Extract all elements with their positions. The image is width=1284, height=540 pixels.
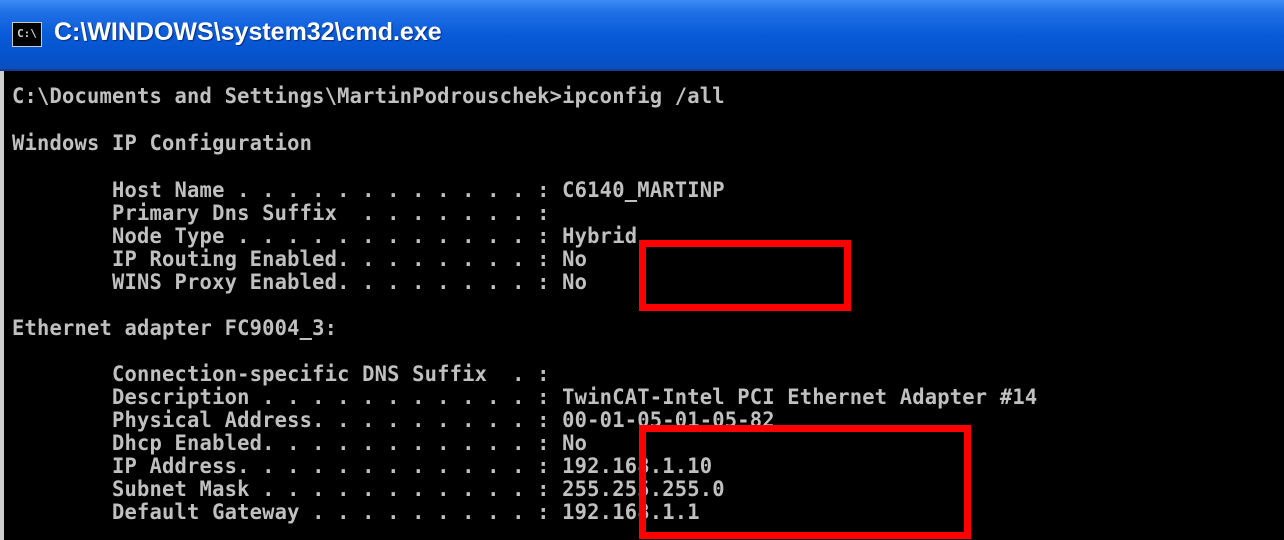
primary-dns-line: Primary Dns Suffix . . . . . . . :	[12, 202, 550, 226]
adapter-header: Ethernet adapter FC9004_3:	[12, 317, 338, 341]
ip-routing-line: IP Routing Enabled. . . . . . . . : No	[12, 248, 588, 272]
windows-ip-config-header: Windows IP Configuration	[12, 132, 313, 156]
connection-dns-line: Connection-specific DNS Suffix . :	[12, 363, 550, 387]
window-title: C:\WINDOWS\system32\cmd.exe	[54, 18, 442, 46]
wins-proxy-line: WINS Proxy Enabled. . . . . . . . : No	[12, 271, 588, 295]
cmd-icon[interactable]: C:\	[12, 22, 42, 47]
ip-address-line: IP Address. . . . . . . . . . . . : 192.…	[12, 455, 713, 479]
default-gateway-line: Default Gateway . . . . . . . . . : 192.…	[12, 501, 700, 525]
physical-address-line: Physical Address. . . . . . . . . : 00-0…	[12, 409, 775, 433]
title-bar[interactable]: C:\ C:\WINDOWS\system32\cmd.exe	[0, 0, 1284, 71]
host-name-line: Host Name . . . . . . . . . . . . : C614…	[12, 179, 725, 203]
description-line: Description . . . . . . . . . . . : Twin…	[12, 386, 1038, 410]
node-type-line: Node Type . . . . . . . . . . . . : Hybr…	[12, 225, 638, 249]
command-prompt-line: C:\Documents and Settings\MartinPodrousc…	[12, 85, 725, 109]
console-output[interactable]: C:\Documents and Settings\MartinPodrousc…	[0, 71, 1284, 540]
subnet-mask-line: Subnet Mask . . . . . . . . . . . : 255.…	[12, 478, 725, 502]
dhcp-enabled-line: Dhcp Enabled. . . . . . . . . . . : No	[12, 432, 588, 456]
